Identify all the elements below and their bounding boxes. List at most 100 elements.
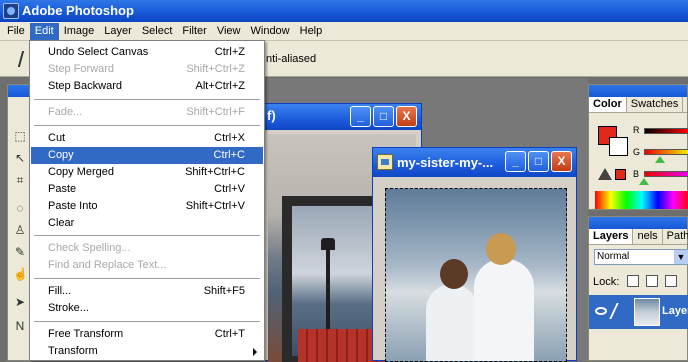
menu-item-clear[interactable]: Clear <box>31 215 263 232</box>
color-spectrum-bar[interactable] <box>595 191 688 209</box>
menu-item-free-transform[interactable]: Free Transform Ctrl+T <box>31 326 263 343</box>
channel-label-r: R <box>633 125 640 135</box>
maximize-button[interactable]: □ <box>528 151 549 172</box>
menu-item-fade[interactable]: Fade... Shift+Ctrl+F <box>31 104 263 121</box>
menu-item-step-forward[interactable]: Step Forward Shift+Ctrl+Z <box>31 61 263 78</box>
menu-item-transform[interactable]: Transform <box>31 343 263 360</box>
menu-item-check-spelling[interactable]: Check Spelling... <box>31 240 263 257</box>
tab-paths[interactable]: Path <box>663 229 688 244</box>
brush-icon[interactable]: ✎ <box>13 245 27 259</box>
minimize-button[interactable]: _ <box>505 151 526 172</box>
gamut-warning-icon[interactable] <box>598 168 612 180</box>
anti-aliased-label[interactable]: nti-aliased <box>266 53 316 65</box>
menu-item-paste-into[interactable]: Paste Into Shift+Ctrl+V <box>31 198 263 215</box>
menu-item-paste[interactable]: Paste Ctrl+V <box>31 181 263 198</box>
r-slider[interactable] <box>644 128 688 134</box>
palette-tabs: Layers nels Path <box>589 229 688 245</box>
move-icon[interactable]: ↖ <box>13 151 27 165</box>
title-bar: Adobe Photoshop <box>0 0 688 22</box>
menu-window[interactable]: Window <box>246 23 295 40</box>
g-slider-thumb[interactable] <box>655 156 665 163</box>
smudge-icon[interactable]: ☝ <box>13 267 28 281</box>
photo-head-left <box>440 259 468 289</box>
layer-thumbnail <box>634 298 660 326</box>
color-palette: Color Swatches R G B <box>588 84 688 210</box>
photoshop-logo-icon <box>3 3 19 19</box>
lock-image-icon[interactable] <box>646 275 658 287</box>
window-title: my-sister-my-... <box>397 155 494 170</box>
menu-separator <box>34 125 260 126</box>
palette-header[interactable] <box>589 217 687 229</box>
menu-item-stroke[interactable]: Stroke... <box>31 300 263 317</box>
toolbox: ⬚ ↖ ⌗ ◌ ♙ ✎ ☝ ➤ N <box>7 84 31 361</box>
document-window-front[interactable]: my-sister-my-... _ □ X <box>372 147 577 362</box>
menu-file[interactable]: File <box>2 23 30 40</box>
close-button[interactable]: X <box>396 106 417 127</box>
close-button[interactable]: X <box>551 151 572 172</box>
marquee-icon[interactable]: ⬚ <box>13 129 27 143</box>
crop-icon[interactable]: ⌗ <box>13 173 27 187</box>
menu-separator <box>34 278 260 279</box>
submenu-arrow-icon <box>253 348 257 356</box>
menu-edit[interactable]: Edit <box>29 22 59 40</box>
menu-help[interactable]: Help <box>295 23 328 40</box>
blend-mode-value: Normal <box>597 251 630 262</box>
menu-item-copy[interactable]: Copy Ctrl+C <box>31 147 263 164</box>
document-canvas[interactable] <box>385 188 567 362</box>
document-icon <box>377 154 393 170</box>
minimize-button[interactable]: _ <box>350 106 371 127</box>
tab-layers[interactable]: Layers <box>589 229 634 244</box>
lock-label: Lock: <box>593 276 620 288</box>
menu-filter[interactable]: Filter <box>177 23 211 40</box>
menu-item-cut[interactable]: Cut Ctrl+X <box>31 130 263 147</box>
maximize-button[interactable]: □ <box>373 106 394 127</box>
menu-view[interactable]: View <box>212 23 246 40</box>
b-slider-thumb[interactable] <box>639 178 649 185</box>
window-title: f) <box>267 108 276 123</box>
menu-item-copy-merged[interactable]: Copy Merged Shift+Ctrl+C <box>31 164 263 181</box>
window-caption[interactable]: f) _ □ X <box>263 104 421 130</box>
menu-item-step-backward[interactable]: Step Backward Alt+Ctrl+Z <box>31 78 263 95</box>
pen-icon[interactable]: N <box>13 319 27 333</box>
g-slider[interactable] <box>644 149 688 155</box>
menu-item-undo[interactable]: Undo Select Canvas Ctrl+Z <box>31 44 263 61</box>
path-select-icon[interactable]: ➤ <box>13 295 27 309</box>
channel-label-g: G <box>633 147 641 157</box>
edit-menu-dropdown: Undo Select Canvas Ctrl+Z Step Forward S… <box>29 40 265 361</box>
layers-palette: Layers nels Path Normal ▼ Lock: Layer <box>588 216 688 361</box>
layer-row[interactable]: Layer <box>589 295 688 329</box>
menu-layer[interactable]: Layer <box>99 23 137 40</box>
palette-tabs: Color Swatches <box>589 97 687 113</box>
b-slider[interactable] <box>644 171 688 177</box>
window-caption[interactable]: my-sister-my-... _ □ X <box>373 148 576 177</box>
lock-transparent-icon[interactable] <box>627 275 639 287</box>
stamp-icon[interactable]: ♙ <box>13 223 27 237</box>
photo-child-right <box>474 259 534 361</box>
tab-channels[interactable]: nels <box>633 229 663 244</box>
photo-head-right <box>486 233 516 265</box>
gamut-swatch[interactable] <box>615 169 626 180</box>
background-color-swatch[interactable] <box>609 137 628 156</box>
menu-item-find-replace[interactable]: Find and Replace Text... <box>31 257 263 274</box>
blend-mode-select[interactable]: Normal ▼ <box>594 249 688 265</box>
eye-icon[interactable] <box>595 307 607 315</box>
photo-child-left <box>426 284 478 361</box>
app-title: Adobe Photoshop <box>22 3 134 18</box>
palette-header[interactable] <box>589 85 687 97</box>
lasso-icon[interactable]: ◌ <box>13 201 27 215</box>
menu-bar: File Edit Image Layer Select Filter View… <box>0 22 688 41</box>
menu-image[interactable]: Image <box>59 23 100 40</box>
toolbox-header[interactable] <box>8 85 30 97</box>
chevron-down-icon[interactable]: ▼ <box>674 250 688 264</box>
tab-swatches[interactable]: Swatches <box>627 97 684 112</box>
brush-link-icon[interactable] <box>609 303 629 319</box>
lamp-post-image <box>326 244 330 339</box>
menu-separator <box>34 321 260 322</box>
menu-item-fill[interactable]: Fill... Shift+F5 <box>31 283 263 300</box>
lock-position-icon[interactable] <box>665 275 677 287</box>
tab-color[interactable]: Color <box>589 97 627 112</box>
menu-select[interactable]: Select <box>137 23 178 40</box>
menu-separator <box>34 235 260 236</box>
layer-name: Layer <box>662 305 688 317</box>
menu-separator <box>34 99 260 100</box>
